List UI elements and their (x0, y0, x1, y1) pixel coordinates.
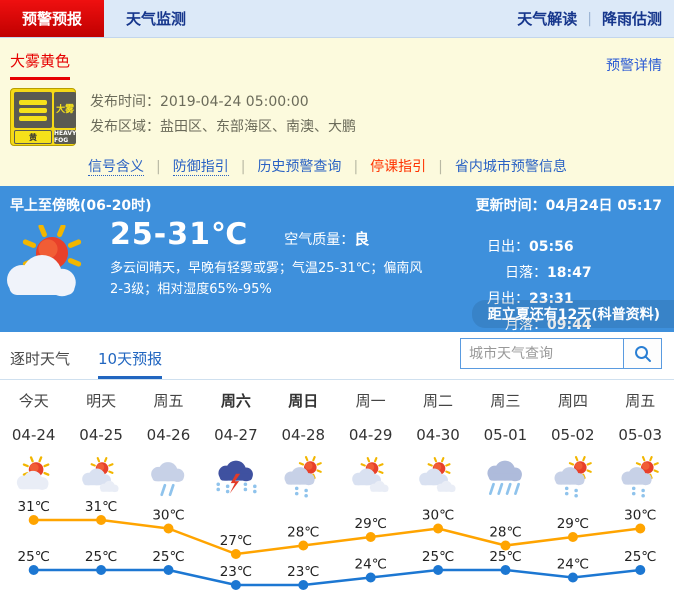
temp-label: 24℃ (355, 556, 387, 572)
temp-label: 25℃ (489, 549, 521, 565)
day-name-04-29[interactable]: 周一 (337, 390, 404, 416)
temp-label: 29℃ (557, 516, 589, 532)
day-name-04-26[interactable]: 周五 (135, 390, 202, 416)
tab-warning-forecast[interactable]: 预警预报 (0, 0, 104, 37)
publish-time: 发布时间：2019-04-24 05:00:00 (90, 90, 356, 115)
link-rain-estimate[interactable]: 降雨估测 (602, 8, 662, 29)
temp-label: 31℃ (18, 500, 50, 515)
day-date-05-03: 05-03 (607, 426, 674, 454)
warning-link-2[interactable]: 历史预警查询 (257, 159, 341, 175)
divider: | (156, 159, 161, 175)
forecast-section: 逐时天气 10天预报 今天明天周五周六周日周一周二周三周四周五 04-2404-… (0, 332, 674, 604)
divider: | (587, 11, 592, 27)
warning-detail-link[interactable]: 预警详情 (606, 55, 662, 75)
sun-clouds-icon (67, 456, 134, 498)
temperature-line-chart: 31℃ 31℃ 30℃ 27℃ 28℃ 29℃ 30℃ 28℃ 29℃ 30℃ 25℃ 25℃ 25℃ 2… (0, 500, 674, 604)
day-name-04-25[interactable]: 明天 (67, 390, 134, 416)
temp-label: 25℃ (18, 549, 50, 565)
divider: | (438, 159, 443, 175)
temp-label: 23℃ (287, 564, 319, 580)
rain-icon (135, 456, 202, 498)
update-time: 更新时间：04月24日 05:17 (476, 195, 662, 215)
temp-label: 30℃ (624, 507, 656, 523)
divider: | (353, 159, 358, 175)
day-icons-row (0, 456, 674, 498)
fog-bars-glyph (14, 92, 52, 128)
fog-en-label: HEAVY FOG (54, 130, 76, 144)
sun-clouds-icon (337, 456, 404, 498)
link-weather-interpretation[interactable]: 天气解读 (517, 8, 577, 29)
temp-label: 25℃ (422, 549, 454, 565)
day-date-04-24: 04-24 (0, 426, 67, 454)
sun-cloud-icon (0, 456, 67, 498)
top-nav-links: 天气解读 | 降雨估测 (517, 0, 674, 37)
tab-hourly-weather[interactable]: 逐时天气 (10, 342, 70, 379)
day-name-05-02[interactable]: 周四 (539, 390, 606, 416)
temp-label: 25℃ (85, 549, 117, 565)
fog-level-label: 黄 (14, 130, 52, 144)
sun-rain-icon (607, 456, 674, 498)
day-name-04-24[interactable]: 今天 (0, 390, 67, 416)
temp-label: 28℃ (489, 524, 521, 540)
search-input[interactable] (461, 339, 623, 368)
warning-link-4[interactable]: 省内城市预警信息 (455, 159, 567, 175)
temp-label: 25℃ (152, 549, 184, 565)
day-name-04-28[interactable]: 周日 (270, 390, 337, 416)
current-weather-section: 早上至傍晚(06-20时) 更新时间：04月24日 05:17 25-31℃ 空… (0, 186, 674, 332)
day-date-04-29: 04-29 (337, 426, 404, 454)
top-nav: 预警预报 天气监测 天气解读 | 降雨估测 (0, 0, 674, 38)
temp-label: 24℃ (557, 556, 589, 572)
day-dates-row: 04-2404-2504-2604-2704-2804-2904-3005-01… (0, 426, 674, 454)
divider: | (241, 159, 246, 175)
heavy-rain-icon (472, 456, 539, 498)
search-icon (633, 344, 653, 364)
warning-link-3[interactable]: 停课指引 (370, 159, 426, 175)
warning-link-1[interactable]: 防御指引 (173, 159, 229, 176)
day-date-04-26: 04-26 (135, 426, 202, 454)
warning-link-0[interactable]: 信号含义 (88, 159, 144, 176)
publish-area: 发布区域：盐田区、东部海区、南澳、大鹏 (90, 115, 356, 140)
temp-label: 25℃ (624, 549, 656, 565)
weather-description: 多云间晴天，早晚有轻雾或雾；气温25-31℃；偏南风2-3级；相对湿度65%-9… (110, 258, 432, 300)
day-date-04-28: 04-28 (270, 426, 337, 454)
alert-title-fog-yellow[interactable]: 大雾黄色 (10, 50, 70, 80)
day-name-04-30[interactable]: 周二 (404, 390, 471, 416)
day-date-04-30: 04-30 (404, 426, 471, 454)
day-date-04-25: 04-25 (67, 426, 134, 454)
sun-rain-icon (539, 456, 606, 498)
day-date-05-01: 05-01 (472, 426, 539, 454)
temp-label: 27℃ (220, 533, 252, 549)
temp-label: 31℃ (85, 500, 117, 515)
heavy-fog-yellow-warning-icon: 大雾 黄 HEAVY FOG (10, 88, 76, 146)
air-quality: 空气质量：良 (284, 228, 369, 249)
tab-10day-forecast[interactable]: 10天预报 (98, 342, 162, 379)
temp-label: 23℃ (220, 564, 252, 580)
fog-cn-label: 大雾 (54, 92, 76, 128)
temp-label: 29℃ (355, 516, 387, 532)
day-names-row: 今天明天周五周六周日周一周二周三周四周五 (0, 390, 674, 416)
temperature-range: 25-31℃ (110, 217, 248, 252)
fog-warning-section: 大雾黄色 预警详情 大雾 黄 HEAVY FOG 发布时间：2019-04-24… (0, 38, 674, 186)
day-date-04-27: 04-27 (202, 426, 269, 454)
search-button[interactable] (623, 339, 661, 368)
day-date-05-02: 05-02 (539, 426, 606, 454)
city-weather-search (460, 338, 662, 369)
temp-label: 30℃ (152, 507, 184, 523)
tab-weather-monitor[interactable]: 天气监测 (104, 0, 208, 37)
thunder-rain-icon (202, 456, 269, 498)
temp-label: 30℃ (422, 507, 454, 523)
sun-rain-icon (270, 456, 337, 498)
forecast-period-label: 早上至傍晚(06-20时) (10, 195, 152, 215)
sun-clouds-icon (404, 456, 471, 498)
warning-links-row: 信号含义 | 防御指引 | 历史预警查询 | 停课指引 | 省内城市预警信息 (88, 156, 674, 176)
day-name-05-01[interactable]: 周三 (472, 390, 539, 416)
day-name-04-27[interactable]: 周六 (202, 390, 269, 416)
current-weather-icon-sun-cloud (0, 217, 96, 307)
temp-label: 28℃ (287, 524, 319, 540)
solar-term-countdown-link[interactable]: 距立夏还有12天(科普资料) (472, 300, 674, 328)
day-name-05-03[interactable]: 周五 (607, 390, 674, 416)
